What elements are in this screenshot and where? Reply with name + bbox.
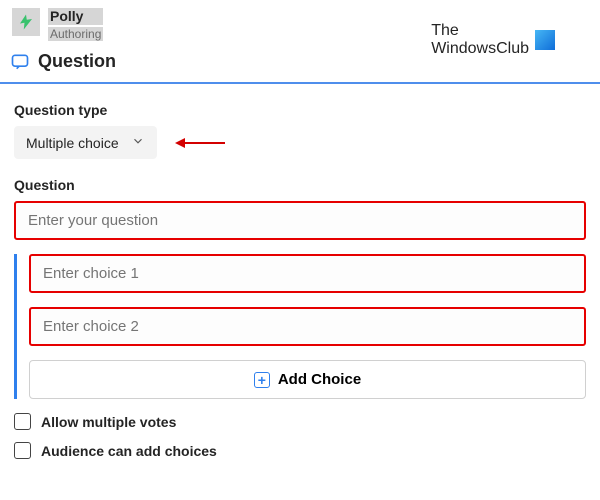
question-icon	[10, 52, 30, 72]
form-body: Question type Multiple choice Question +…	[10, 102, 590, 459]
question-label: Question	[14, 177, 586, 193]
watermark-text: The WindowsClub	[431, 22, 529, 57]
add-choice-button[interactable]: + Add Choice	[29, 360, 586, 399]
app-name: Polly	[48, 8, 103, 25]
add-choice-label: Add Choice	[278, 371, 361, 388]
watermark: The WindowsClub	[431, 22, 555, 57]
watermark-logo-icon	[535, 30, 555, 50]
app-subtitle: Authoring	[48, 27, 103, 41]
chevron-down-icon	[131, 134, 145, 151]
allow-multiple-votes-label: Allow multiple votes	[41, 414, 176, 430]
annotation-arrow-icon	[175, 136, 225, 150]
choices-list: + Add Choice	[14, 254, 586, 399]
checkbox-icon	[14, 413, 31, 430]
page-title: Question	[38, 51, 116, 72]
checkbox-icon	[14, 442, 31, 459]
question-type-select[interactable]: Multiple choice	[14, 126, 157, 159]
polly-icon	[17, 13, 35, 31]
title-divider	[0, 82, 600, 84]
choice-input-2[interactable]	[29, 307, 586, 346]
question-type-label: Question type	[14, 102, 586, 118]
audience-add-choices-label: Audience can add choices	[41, 443, 217, 459]
app-meta: Polly Authoring	[48, 8, 103, 41]
allow-multiple-votes-option[interactable]: Allow multiple votes	[14, 413, 586, 430]
question-input[interactable]	[14, 201, 586, 240]
choice-input-1[interactable]	[29, 254, 586, 293]
question-type-value: Multiple choice	[26, 135, 119, 151]
app-icon	[12, 8, 40, 36]
audience-add-choices-option[interactable]: Audience can add choices	[14, 442, 586, 459]
plus-icon: +	[254, 372, 270, 388]
